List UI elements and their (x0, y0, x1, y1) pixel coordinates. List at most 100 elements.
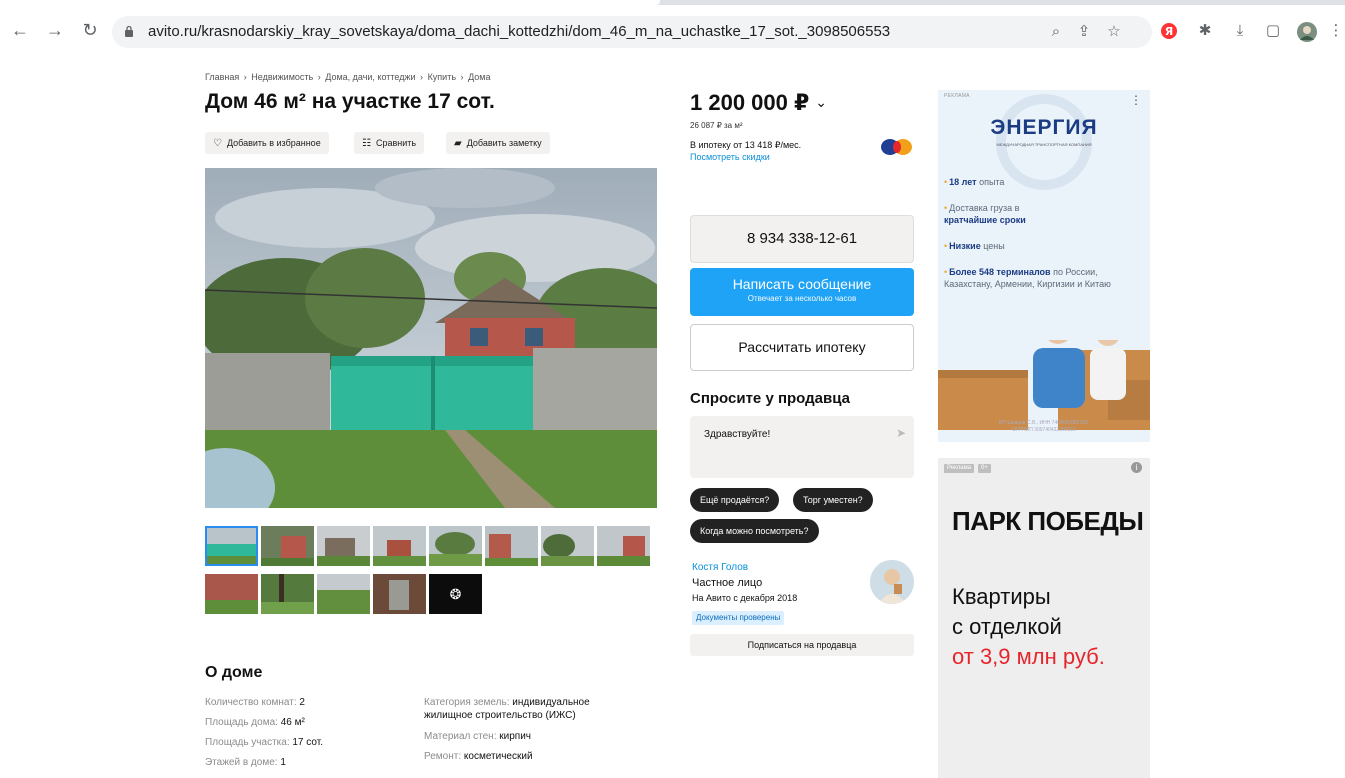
ad-tag: Реклама (944, 464, 975, 473)
thumbnail[interactable] (541, 526, 594, 566)
message-input-text[interactable]: Здравствуйте! (704, 429, 770, 440)
price[interactable]: 1 200 000 ₽ ⌄ (690, 90, 827, 116)
param-label: Категория земель: (424, 697, 513, 708)
ad-point-text: цены (980, 241, 1005, 251)
zoom-icon[interactable]: ⌕ (1048, 24, 1064, 40)
ad-headline-line: Квартиры (952, 584, 1051, 609)
param-repair: Ремонт: косметический (424, 750, 533, 763)
back-arrow-icon[interactable]: ← (10, 20, 30, 40)
profile-avatar-icon[interactable] (1297, 22, 1317, 42)
thumbnail[interactable] (261, 574, 314, 614)
park-pobedy-logo: ПАРК ПОБЕДЫ (952, 506, 1144, 536)
forward-arrow-icon[interactable]: → (45, 20, 65, 40)
info-icon[interactable]: i (1131, 462, 1142, 473)
ad-point: • Доставка груза в кратчайшие сроки (944, 202, 1144, 226)
share-icon[interactable]: ⇪ (1076, 24, 1092, 40)
param-label: Ремонт: (424, 751, 464, 762)
ad-banner-energy[interactable]: РЕКЛАМА ⋮ ЭНЕРГИЯ МЕЖДУНАРОДНАЯ ТРАНСПОР… (938, 90, 1150, 442)
breadcrumb-separator: › (420, 72, 424, 82)
play-icon: ❂ (449, 586, 462, 602)
breadcrumb-separator: › (243, 72, 247, 82)
seller-avatar[interactable] (870, 560, 914, 604)
seller-name-link[interactable]: Костя Голов (692, 562, 748, 573)
ad-point: • Низкие цены (944, 240, 1144, 252)
thumbnail[interactable] (205, 526, 258, 566)
thumbnail[interactable] (373, 526, 426, 566)
param-value: косметический (463, 751, 533, 762)
breadcrumb-houses[interactable]: Дома (468, 72, 490, 82)
video-thumbnail[interactable]: ❂ (429, 574, 482, 614)
param-label: Площадь дома: (205, 717, 281, 728)
breadcrumb-separator: › (317, 72, 321, 82)
ad-point-text: опыта (976, 177, 1005, 187)
price-per-meter: 26 087 ₽ за м² (690, 121, 743, 130)
ad-legal-line: ИП Шевцов С.В., ИНН 7404050882103, (998, 420, 1090, 426)
tab-strip (0, 0, 1345, 5)
yandex-extension-icon[interactable]: Я (1160, 22, 1178, 40)
param-land-area: Площадь участка: 17 сот. (205, 736, 323, 749)
browser-toolbar: ← → ↻ avito.ru/krasnodarskiy_kray_sovets… (0, 0, 1345, 62)
add-note-button[interactable]: ▰ Добавить заметку (446, 132, 550, 154)
param-value: жилищное строительство (ИЖС) (424, 710, 576, 721)
thumbnail[interactable] (597, 526, 650, 566)
bullet-icon: • (944, 267, 948, 277)
bookmark-star-icon[interactable]: ☆ (1106, 24, 1122, 40)
ad-price-line: от 3,9 млн руб. (952, 644, 1105, 669)
ad-point: • Более 548 терминалов по России, Казахст… (944, 266, 1144, 290)
mortgage-info: В ипотеку от 13 418 ₽/мес. (690, 140, 802, 150)
chevron-down-icon[interactable]: ⌄ (815, 94, 827, 110)
reload-icon[interactable]: ↻ (80, 20, 100, 40)
quick-question-chip[interactable]: Ещё продаётся? (690, 488, 780, 512)
breadcrumb-realty[interactable]: Недвижимость (251, 72, 313, 82)
thumbnail[interactable] (373, 574, 426, 614)
active-tab[interactable] (0, 0, 660, 5)
browser-menu-icon[interactable]: ⋮ (1327, 22, 1345, 40)
write-message-button[interactable]: Написать сообщение Отвечает за несколько… (690, 268, 914, 316)
thumbnail[interactable] (261, 526, 314, 566)
param-wall-material: Материал стен: кирпич (424, 730, 531, 743)
breadcrumb-home[interactable]: Главная (205, 72, 239, 82)
add-to-favorites-button[interactable]: ♡ Добавить в избранное (205, 132, 329, 154)
ad-options-icon[interactable]: ⋮ (1130, 93, 1142, 107)
ad-legal-text: ИП Шевцов С.В., ИНН 7404050882103, ОГРНИП… (938, 420, 1150, 434)
note-icon: ▰ (454, 138, 462, 149)
ad-point: • 18 лет опыта (944, 176, 1144, 188)
age-rating-badge: 0+ (978, 464, 991, 473)
bullet-icon: • (944, 203, 948, 213)
ad-point-bold: Более 548 терминалов (949, 267, 1051, 277)
breadcrumb-houses-dachas[interactable]: Дома, дачи, коттеджи (325, 72, 415, 82)
show-phone-button[interactable]: 8 934 338-12-61 (690, 215, 914, 263)
param-value: 1 (280, 757, 286, 768)
message-input[interactable]: Здравствуйте! ➤ (690, 416, 914, 478)
quick-question-chip[interactable]: Торг уместен? (793, 488, 873, 512)
breadcrumb-buy[interactable]: Купить (428, 72, 456, 82)
compare-button[interactable]: ☷ Сравнить (354, 132, 425, 154)
ad-point-text: Доставка груза в (949, 203, 1020, 213)
quick-question-chip[interactable]: Когда можно посмотреть? (690, 519, 819, 543)
lock-icon[interactable] (124, 25, 134, 38)
bullet-icon: • (944, 241, 948, 251)
thumbnail[interactable] (317, 574, 370, 614)
param-label: Этажей в доме: (205, 757, 281, 768)
breadcrumb: Главная › Недвижимость › Дома, дачи, кот… (205, 72, 492, 82)
ad-banner-park-pobedy[interactable]: Реклама 0+ i ПАРК ПОБЕДЫ Квартиры с отде… (938, 458, 1150, 778)
ad-tag: РЕКЛАМА (944, 93, 970, 99)
view-discounts-link[interactable]: Посмотреть скидки (690, 152, 770, 162)
param-land-category: Категория земель: индивидуальное (424, 696, 590, 709)
address-bar[interactable]: avito.ru/krasnodarskiy_kray_sovetskaya/d… (112, 16, 1152, 48)
extensions-puzzle-icon[interactable]: ✱ (1196, 22, 1214, 40)
sidepanel-icon[interactable]: ▢ (1264, 22, 1282, 40)
subscribe-seller-button[interactable]: Подписаться на продавца (690, 634, 914, 656)
energy-logo-subtitle: МЕЖДУНАРОДНАЯ ТРАНСПОРТНАЯ КОМПАНИЯ (996, 142, 1092, 147)
breadcrumb-separator: › (460, 72, 464, 82)
thumbnail[interactable] (485, 526, 538, 566)
download-icon[interactable]: ⤓ (1231, 22, 1249, 40)
send-icon[interactable]: ➤ (896, 426, 906, 440)
documents-verified-badge: Документы проверены (692, 611, 785, 625)
calculate-mortgage-button[interactable]: Рассчитать ипотеку (690, 324, 914, 371)
thumbnail[interactable] (317, 526, 370, 566)
main-photo[interactable] (205, 168, 657, 508)
thumbnail[interactable] (429, 526, 482, 566)
thumbnail[interactable] (205, 574, 258, 614)
url-text[interactable]: avito.ru/krasnodarskiy_kray_sovetskaya/d… (148, 23, 890, 40)
